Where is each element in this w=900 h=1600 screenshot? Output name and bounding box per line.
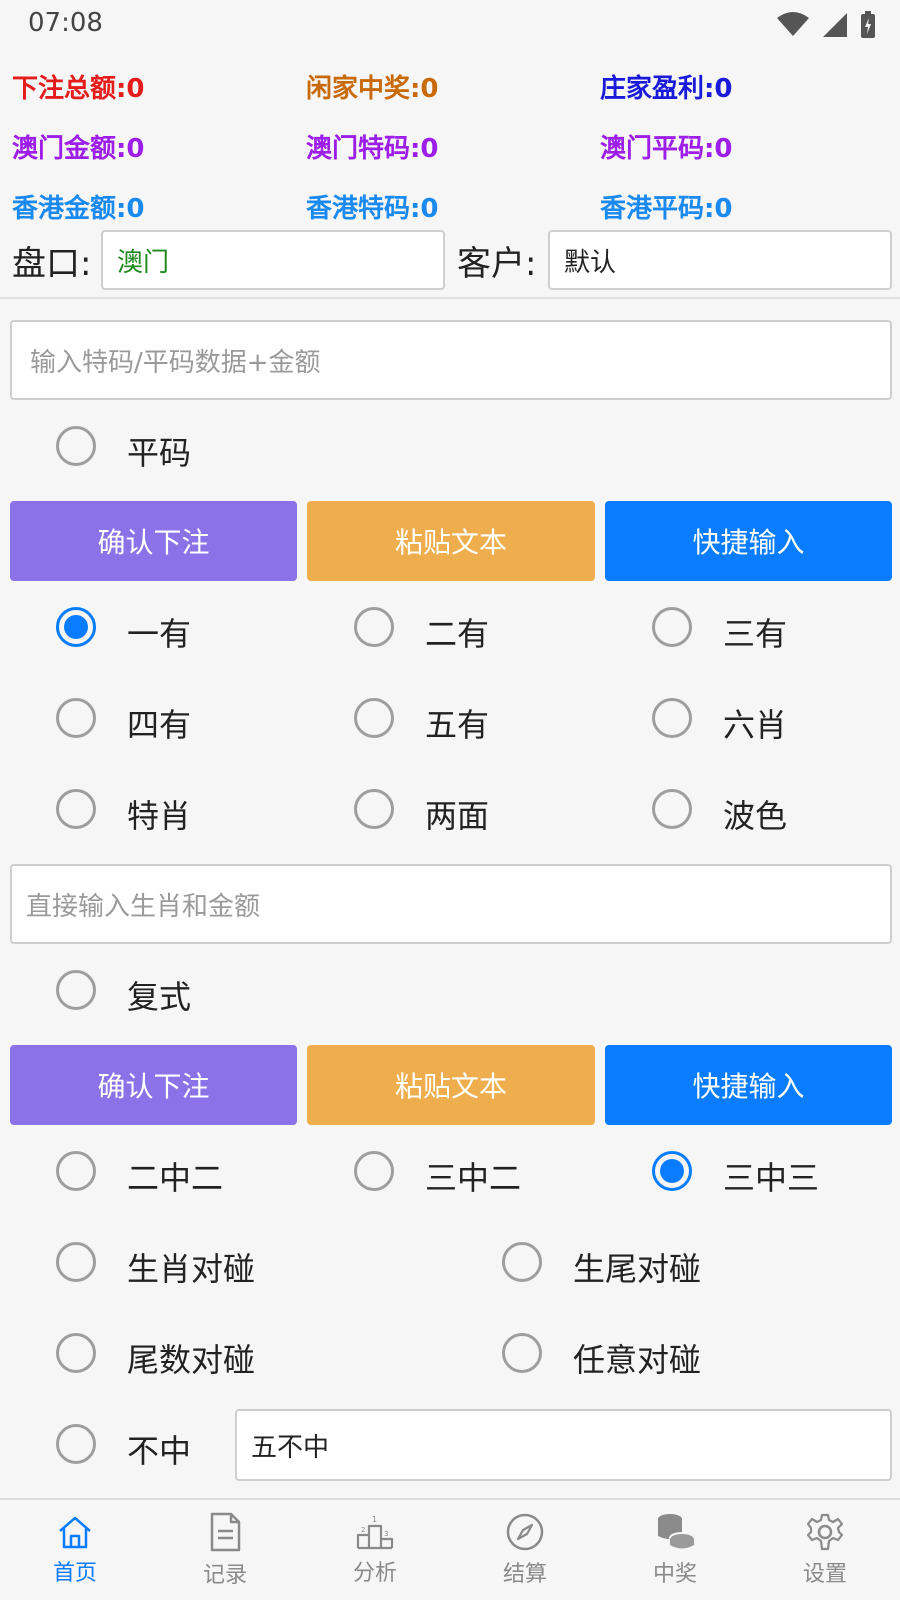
option-sanzhongsan-label: 三中三 bbox=[723, 1159, 820, 1197]
option-liangmian-radio[interactable] bbox=[354, 789, 394, 829]
option-zodiac-tail-pair-radio[interactable] bbox=[502, 1242, 542, 1282]
option-erzhonger-label: 二中二 bbox=[127, 1159, 224, 1197]
flat-code-radio[interactable] bbox=[56, 426, 96, 466]
option-zodiac-pair-label: 生肖对碰 bbox=[127, 1250, 256, 1288]
option-yiyou-label: 一有 bbox=[127, 615, 192, 653]
divider bbox=[0, 297, 900, 299]
tab-records-label: 记录 bbox=[202, 1563, 247, 1588]
wifi-icon bbox=[777, 12, 809, 36]
tab-settlement-label: 结算 bbox=[502, 1562, 547, 1587]
buzhong-radio[interactable] bbox=[56, 1424, 96, 1464]
tab-winning[interactable]: 中奖 bbox=[600, 1500, 750, 1600]
stat-total-bet: 下注总额:0 bbox=[12, 74, 145, 104]
buzhong-select[interactable]: 五不中 bbox=[235, 1409, 892, 1481]
status-time: 07:08 bbox=[28, 8, 103, 38]
tab-settings[interactable]: 设置 bbox=[750, 1500, 900, 1600]
customer-value: 默认 bbox=[564, 247, 617, 278]
option-liuxiao-label: 六肖 bbox=[723, 706, 788, 744]
confirm-bet-button-1[interactable]: 确认下注 bbox=[10, 501, 297, 581]
option-sanzhonger-label: 三中二 bbox=[425, 1159, 522, 1197]
svg-text:3: 3 bbox=[384, 1530, 388, 1538]
stat-macau-amount: 澳门金额:0 bbox=[12, 134, 145, 164]
compass-icon bbox=[506, 1513, 544, 1551]
home-icon bbox=[59, 1516, 91, 1549]
option-wuyou-label: 五有 bbox=[425, 706, 490, 744]
coins-icon bbox=[658, 1514, 695, 1549]
svg-text:2: 2 bbox=[361, 1526, 365, 1534]
status-icons bbox=[776, 10, 876, 40]
stat-hk-flat: 香港平码:0 bbox=[600, 194, 733, 224]
option-siyou-label: 四有 bbox=[127, 706, 192, 744]
market-value: 澳门 bbox=[117, 247, 170, 278]
tab-home[interactable]: 首页 bbox=[0, 1500, 150, 1600]
confirm-bet-button-2[interactable]: 确认下注 bbox=[10, 1045, 297, 1125]
option-tail-pair-radio[interactable] bbox=[56, 1333, 96, 1373]
signal-icon bbox=[823, 13, 847, 37]
stat-macau-special: 澳门特码:0 bbox=[306, 134, 439, 164]
option-tail-pair-label: 尾数对碰 bbox=[127, 1341, 256, 1379]
stat-macau-flat: 澳门平码:0 bbox=[600, 134, 733, 164]
compound-label: 复式 bbox=[127, 978, 192, 1016]
tab-settings-label: 设置 bbox=[802, 1562, 847, 1587]
tab-home-label: 首页 bbox=[52, 1561, 97, 1586]
stat-hk-special: 香港特码:0 bbox=[306, 194, 439, 224]
option-erzhonger-radio[interactable] bbox=[56, 1151, 96, 1191]
quick-input-button-2[interactable]: 快捷输入 bbox=[605, 1045, 892, 1125]
tab-analysis[interactable]: 12 3 分析 bbox=[300, 1500, 450, 1600]
flat-code-label: 平码 bbox=[127, 434, 192, 472]
option-texiao-radio[interactable] bbox=[56, 789, 96, 829]
paste-text-button-1[interactable]: 粘贴文本 bbox=[307, 501, 595, 581]
option-yiyou-radio[interactable] bbox=[56, 607, 96, 647]
bottom-tab-bar: 首页 记录 12 3 分析 结算 中奖 设置 bbox=[0, 1498, 900, 1600]
option-liuxiao-radio[interactable] bbox=[652, 698, 692, 738]
zodiac-amount-input[interactable]: 直接输入生肖和金额 bbox=[10, 864, 892, 944]
market-field[interactable]: 澳门 bbox=[101, 230, 445, 290]
option-eryou-radio[interactable] bbox=[354, 607, 394, 647]
option-eryou-label: 二有 bbox=[425, 615, 490, 653]
option-sanzhonger-radio[interactable] bbox=[354, 1151, 394, 1191]
svg-text:1: 1 bbox=[372, 1515, 377, 1524]
tab-analysis-label: 分析 bbox=[352, 1561, 397, 1586]
tab-records[interactable]: 记录 bbox=[150, 1500, 300, 1600]
option-siyou-radio[interactable] bbox=[56, 698, 96, 738]
buzhong-label: 不中 bbox=[127, 1432, 192, 1470]
paste-text-button-2[interactable]: 粘贴文本 bbox=[307, 1045, 595, 1125]
battery-icon bbox=[861, 11, 875, 38]
option-any-pair-radio[interactable] bbox=[502, 1333, 542, 1373]
tab-winning-label: 中奖 bbox=[652, 1562, 697, 1587]
option-any-pair-label: 任意对碰 bbox=[573, 1341, 702, 1379]
option-bose-label: 波色 bbox=[723, 797, 788, 835]
stat-hk-amount: 香港金额:0 bbox=[12, 194, 145, 224]
zodiac-amount-placeholder: 直接输入生肖和金额 bbox=[26, 891, 261, 922]
podium-icon: 12 3 bbox=[356, 1515, 394, 1550]
option-liangmian-label: 两面 bbox=[425, 797, 490, 835]
stat-banker-profit: 庄家盈利:0 bbox=[600, 74, 733, 104]
special-flat-placeholder: 输入特码/平码数据+金额 bbox=[30, 347, 321, 378]
tab-settlement[interactable]: 结算 bbox=[450, 1500, 600, 1600]
option-bose-radio[interactable] bbox=[652, 789, 692, 829]
option-wuyou-radio[interactable] bbox=[354, 698, 394, 738]
option-texiao-label: 特肖 bbox=[127, 797, 192, 835]
option-zodiac-pair-radio[interactable] bbox=[56, 1242, 96, 1282]
quick-input-button-1[interactable]: 快捷输入 bbox=[605, 501, 892, 581]
buzhong-value: 五不中 bbox=[251, 1432, 330, 1463]
customer-field[interactable]: 默认 bbox=[548, 230, 892, 290]
stat-player-win: 闲家中奖:0 bbox=[306, 74, 439, 104]
customer-label: 客户: bbox=[457, 244, 537, 284]
document-icon bbox=[210, 1512, 241, 1552]
gear-icon bbox=[806, 1513, 844, 1551]
option-sanyou-radio[interactable] bbox=[652, 607, 692, 647]
option-zodiac-tail-pair-label: 生尾对碰 bbox=[573, 1250, 702, 1288]
market-label: 盘口: bbox=[12, 244, 92, 284]
compound-radio[interactable] bbox=[56, 970, 96, 1010]
special-flat-input[interactable]: 输入特码/平码数据+金额 bbox=[10, 320, 892, 400]
option-sanyou-label: 三有 bbox=[723, 615, 788, 653]
option-sanzhongsan-radio[interactable] bbox=[652, 1151, 692, 1191]
